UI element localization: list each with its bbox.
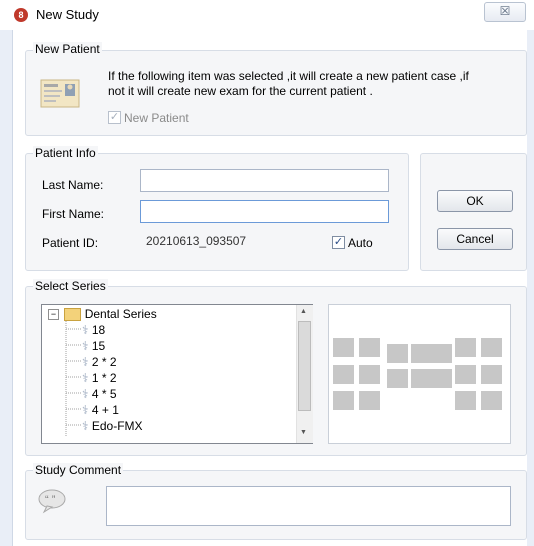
preview-tile [411, 344, 432, 363]
speech-bubble-icon: “ ” [38, 489, 66, 514]
svg-text:“ ”: “ ” [45, 494, 56, 506]
series-item-2x2[interactable]: ⚕ 2 * 2 [82, 355, 117, 371]
scroll-down-arrow-icon[interactable]: ▼ [300, 429, 307, 436]
folder-icon [64, 308, 82, 322]
preview-tile [333, 365, 354, 384]
last-name-input[interactable] [140, 169, 389, 192]
new-patient-description-line1: If the following item was selected ,it w… [108, 69, 469, 83]
first-name-label: First Name: [42, 207, 105, 221]
preview-tile [455, 338, 476, 357]
scroll-thumb[interactable] [298, 321, 311, 411]
preview-tile [333, 338, 354, 357]
series-item-label: 4 * 5 [91, 387, 117, 401]
new-patient-checkbox[interactable]: ✓ [108, 111, 121, 124]
preview-tile [481, 365, 502, 384]
study-comment-input[interactable] [106, 486, 511, 526]
preview-tile [455, 391, 476, 410]
preview-tile [359, 391, 380, 410]
scroll-up-arrow-icon[interactable]: ▲ [300, 308, 307, 315]
preview-tile [431, 344, 452, 363]
new-study-dialog: 8 New Study ☒ New Patient If the followi… [0, 0, 534, 546]
series-item-label: 15 [91, 339, 106, 353]
series-item-label: Edo-FMX [91, 419, 143, 433]
tree-scrollbar[interactable]: ▲ ▼ [296, 305, 313, 443]
patient-id-value: 20210613_093507 [146, 234, 247, 248]
action-buttons-group [420, 153, 527, 271]
auto-label: Auto [348, 236, 373, 250]
series-item-18[interactable]: ⚕ 18 [82, 323, 105, 339]
select-series-group-label: Select Series [33, 279, 108, 293]
patient-id-label: Patient ID: [42, 236, 99, 250]
xray-tooth-icon: ⚕ [82, 355, 89, 369]
series-item-4x5[interactable]: ⚕ 4 * 5 [82, 387, 117, 403]
series-item-label: 18 [91, 323, 106, 337]
series-item-1x2[interactable]: ⚕ 1 * 2 [82, 371, 117, 387]
xray-tooth-icon: ⚕ [82, 339, 89, 353]
cancel-button[interactable]: Cancel [437, 228, 513, 250]
preview-tile [411, 369, 432, 388]
study-comment-group-label: Study Comment [33, 463, 124, 477]
last-name-label: Last Name: [42, 178, 104, 192]
xray-tooth-icon: ⚕ [82, 387, 89, 401]
xray-tooth-icon: ⚕ [82, 371, 89, 385]
preview-tile [387, 344, 408, 363]
tree-root-label: Dental Series [84, 307, 157, 321]
collapse-icon[interactable]: − [48, 309, 59, 321]
series-item-4plus1[interactable]: ⚕ 4 + 1 [82, 403, 119, 419]
preview-tile [431, 369, 452, 388]
preview-tile [387, 369, 408, 388]
app-logo-icon: 8 [14, 8, 28, 22]
preview-tile [481, 391, 502, 410]
title-bar: 8 New Study ☒ [0, 0, 534, 30]
new-patient-description-line2: not it will create new exam for the curr… [108, 84, 373, 98]
preview-tile [333, 391, 354, 410]
patient-info-group-label: Patient Info [33, 146, 98, 160]
preview-tile [359, 338, 380, 357]
auto-checkbox[interactable]: ✓ [332, 236, 345, 249]
close-button[interactable]: ☒ [484, 2, 526, 22]
close-icon: ☒ [499, 4, 511, 18]
xray-tooth-icon: ⚕ [82, 323, 89, 337]
ok-button[interactable]: OK [437, 190, 513, 212]
series-item-label: 2 * 2 [91, 355, 117, 369]
window-title: New Study [36, 7, 99, 22]
first-name-input[interactable] [140, 200, 389, 223]
series-item-edo-fmx[interactable]: ⚕ Edo-FMX [82, 419, 143, 435]
new-patient-group-label: New Patient [33, 42, 102, 56]
series-tree[interactable]: − Dental Series ⚕ 18 ⚕ 15 ⚕ 2 * 2 ⚕ 1 * … [41, 304, 313, 444]
series-item-label: 1 * 2 [91, 371, 117, 385]
new-patient-checkbox-label: New Patient [124, 111, 189, 125]
patient-card-icon [40, 79, 80, 108]
xray-tooth-icon: ⚕ [82, 403, 89, 417]
tree-root-item[interactable]: − Dental Series [48, 307, 157, 323]
preview-tile [481, 338, 502, 357]
preview-tile [455, 365, 476, 384]
preview-tile [359, 365, 380, 384]
series-item-label: 4 + 1 [91, 403, 119, 417]
series-layout-preview [328, 304, 511, 444]
series-item-15[interactable]: ⚕ 15 [82, 339, 105, 355]
xray-tooth-icon: ⚕ [82, 419, 89, 433]
